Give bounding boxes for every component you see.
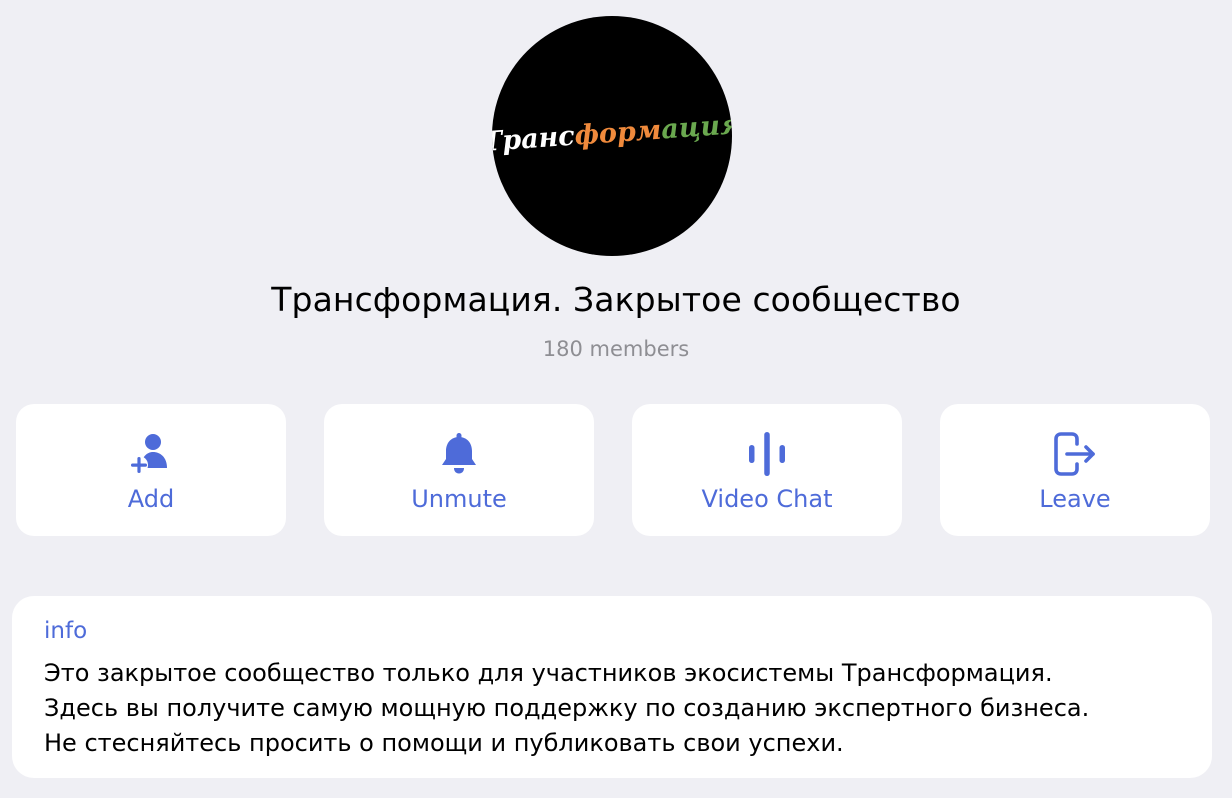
description-line: Здесь вы получите самую мощную поддержку…	[44, 694, 1090, 722]
description-line: Не стесняйтесь просить о помощи и публик…	[44, 729, 844, 757]
video-chat-button[interactable]: Video Chat	[632, 404, 902, 536]
info-section: info Это закрытое сообщество только для …	[12, 596, 1212, 778]
video-chat-label: Video Chat	[701, 485, 833, 513]
action-bar: Add Unmute Video Chat Leave	[16, 404, 1210, 536]
group-avatar[interactable]: Трансформация	[492, 16, 732, 256]
svg-text:Трансформация: Трансформация	[492, 109, 732, 158]
unmute-button[interactable]: Unmute	[324, 404, 594, 536]
bell-icon	[435, 430, 483, 478]
description-line: Это закрытое сообщество только для участ…	[44, 659, 1053, 687]
add-label: Add	[127, 485, 175, 513]
group-logo: Трансформация	[492, 109, 732, 158]
info-label: info	[44, 618, 88, 644]
unmute-label: Unmute	[411, 485, 507, 513]
leave-button[interactable]: Leave	[940, 404, 1210, 536]
voice-chat-icon	[743, 430, 791, 478]
add-button[interactable]: Add	[16, 404, 286, 536]
add-user-icon	[127, 430, 175, 478]
leave-label: Leave	[1039, 485, 1111, 513]
member-count: 180 members	[542, 337, 690, 361]
leave-icon	[1051, 430, 1099, 478]
group-description: Это закрытое сообщество только для участ…	[44, 656, 1194, 761]
group-title: Трансформация. Закрытое сообщество	[271, 280, 961, 319]
